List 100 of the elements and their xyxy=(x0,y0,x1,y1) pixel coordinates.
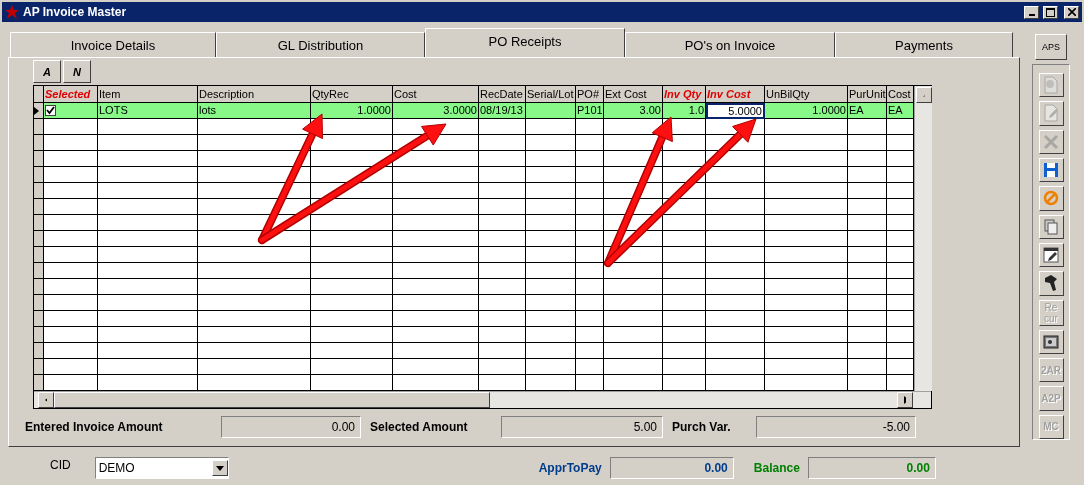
minimize-button[interactable] xyxy=(1024,5,1039,19)
amount-label: Entered Invoice Amount xyxy=(25,420,164,434)
toolbar-button[interactable] xyxy=(1038,157,1064,183)
table-cell xyxy=(576,263,604,279)
table-cell xyxy=(576,183,604,199)
maximize-icon xyxy=(1046,7,1055,17)
maximize-button[interactable] xyxy=(1043,5,1058,19)
table-cell xyxy=(706,359,765,375)
table-cell xyxy=(848,279,887,295)
table-cell xyxy=(44,375,98,391)
column-header[interactable]: Cost xyxy=(887,86,914,103)
table-cell xyxy=(604,311,663,327)
table-cell: 5.0000 xyxy=(706,103,765,119)
toolbar-button[interactable] xyxy=(1038,242,1064,268)
note-icon xyxy=(1043,247,1059,264)
window-title: AP Invoice Master xyxy=(23,5,127,19)
scroll-left-button[interactable] xyxy=(38,392,54,408)
table-cell xyxy=(706,279,765,295)
table-cell xyxy=(663,311,706,327)
column-header[interactable]: Ext Cost xyxy=(604,86,663,103)
table-cell xyxy=(887,375,914,391)
table-cell xyxy=(848,215,887,231)
table-cell xyxy=(706,247,765,263)
table-cell xyxy=(479,199,526,215)
scroll-up-button[interactable] xyxy=(915,86,932,103)
table-cell xyxy=(576,279,604,295)
table-cell xyxy=(479,183,526,199)
table-cell xyxy=(663,135,706,151)
table-cell xyxy=(526,311,576,327)
table-cell: P101 xyxy=(576,103,604,119)
table-cell xyxy=(576,135,604,151)
close-button[interactable] xyxy=(1064,5,1079,19)
table-cell xyxy=(848,359,887,375)
column-header[interactable]: PurUnit xyxy=(848,86,887,103)
column-header[interactable]: Description xyxy=(198,86,311,103)
scrollbar-thumb[interactable] xyxy=(54,392,490,408)
table-cell xyxy=(887,247,914,263)
column-header[interactable]: UnBilQty xyxy=(765,86,848,103)
table-cell xyxy=(479,167,526,183)
table-cell xyxy=(848,231,887,247)
toolbar-button[interactable] xyxy=(1038,329,1064,355)
column-header[interactable]: RecDate xyxy=(479,86,526,103)
table-cell xyxy=(887,119,914,135)
column-header[interactable]: Item xyxy=(98,86,198,103)
table-cell xyxy=(526,279,576,295)
table-cell xyxy=(887,231,914,247)
toolbar-button[interactable] xyxy=(1038,186,1064,211)
amount-field: -5.00 xyxy=(756,416,916,438)
table-cell xyxy=(576,215,604,231)
table-cell xyxy=(848,295,887,311)
table-cell xyxy=(479,231,526,247)
table-cell xyxy=(44,247,98,263)
table-cell xyxy=(44,167,98,183)
tab[interactable]: PO's on Invoice xyxy=(625,32,835,57)
horizontal-scrollbar[interactable] xyxy=(34,391,931,408)
table-cell xyxy=(706,263,765,279)
toolbar-button[interactable] xyxy=(1038,214,1064,239)
table-cell xyxy=(706,375,765,391)
filter-button[interactable]: A xyxy=(33,60,61,83)
tab[interactable]: PO Receipts xyxy=(425,28,625,57)
amount-field: 5.00 xyxy=(501,416,663,438)
checkbox[interactable] xyxy=(45,105,56,116)
tab[interactable]: Invoice Details xyxy=(10,32,216,57)
table-cell xyxy=(44,151,98,167)
table-cell xyxy=(576,151,604,167)
toolbar-button[interactable] xyxy=(1038,271,1064,296)
table-cell xyxy=(44,199,98,215)
summary-label: ApprToPay xyxy=(538,461,602,475)
left-arrow-icon xyxy=(45,396,47,404)
table-cell xyxy=(44,135,98,151)
table-cell xyxy=(604,263,663,279)
table-cell xyxy=(604,375,663,391)
tab[interactable]: GL Distribution xyxy=(216,32,425,57)
table-cell xyxy=(526,247,576,263)
table-cell xyxy=(479,247,526,263)
table-cell xyxy=(576,343,604,359)
table-cell xyxy=(526,295,576,311)
filter-button[interactable]: N xyxy=(63,60,91,83)
table-cell: 08/19/13 xyxy=(479,103,526,119)
column-header[interactable]: QtyRec xyxy=(311,86,393,103)
cid-dropdown[interactable]: DEMO xyxy=(94,457,229,479)
column-header[interactable]: Serial/Lot xyxy=(526,86,576,103)
table-cell xyxy=(526,135,576,151)
table-cell xyxy=(479,327,526,343)
table-cell xyxy=(526,231,576,247)
tab[interactable]: Payments xyxy=(835,32,1013,57)
table-cell xyxy=(604,279,663,295)
table-cell xyxy=(848,343,887,359)
table-cell xyxy=(44,327,98,343)
aps-button[interactable]: APS xyxy=(1035,34,1067,60)
table-cell xyxy=(526,183,576,199)
table-cell xyxy=(604,343,663,359)
scroll-right-button[interactable] xyxy=(897,392,913,408)
table-cell xyxy=(887,183,914,199)
table-cell xyxy=(848,183,887,199)
column-header[interactable]: Cost xyxy=(393,86,479,103)
table-cell xyxy=(663,263,706,279)
table-cell xyxy=(887,359,914,375)
table-cell xyxy=(887,151,914,167)
column-header[interactable]: PO# xyxy=(576,86,604,103)
